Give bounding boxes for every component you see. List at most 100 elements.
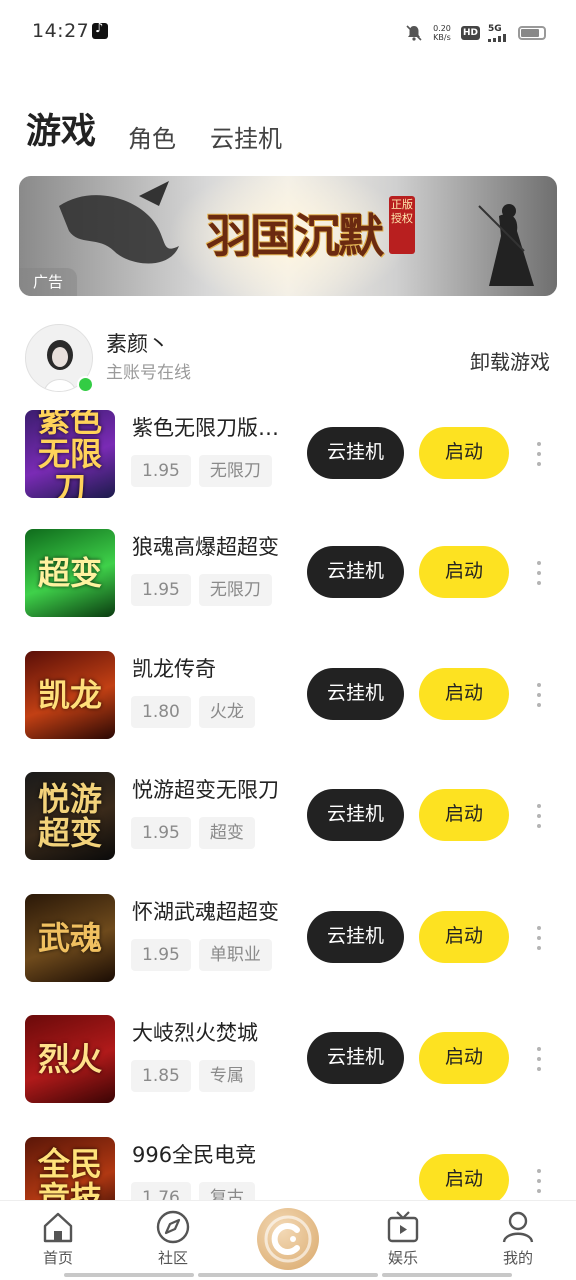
nav-me-label: 我的 — [502, 1249, 533, 1267]
more-options-icon[interactable] — [530, 681, 548, 709]
net-speed-unit: KB/s — [433, 33, 451, 42]
start-game-button[interactable]: 启动 — [419, 668, 509, 720]
nav-entertainment-label: 娱乐 — [387, 1249, 418, 1267]
tab-games[interactable]: 游戏 — [26, 108, 96, 156]
game-title[interactable]: 狼魂高爆超超变 — [132, 531, 292, 561]
uninstall-games-button[interactable]: 卸载游戏 — [470, 346, 550, 375]
game-icon-text: 烈火 — [37, 1040, 102, 1078]
category-tag: 单职业 — [198, 939, 272, 971]
game-list-item[interactable]: 悦游超变 悦游超变无限刀 1.95 超变 云挂机 启动 — [0, 772, 576, 884]
signal-icon: 5G — [488, 24, 510, 42]
game-icon-text: 武魂 — [37, 919, 102, 957]
more-options-icon[interactable] — [530, 802, 548, 830]
banner-title: 羽国沉默 — [206, 209, 384, 263]
version-tag: 1.95 — [131, 574, 191, 606]
online-status-dot — [77, 376, 94, 393]
mute-bell-icon — [406, 25, 422, 41]
nav-home[interactable]: 首页 — [18, 1209, 98, 1268]
game-tags: 1.95 单职业 — [131, 939, 272, 971]
start-game-button[interactable]: 启动 — [419, 911, 509, 963]
start-game-button[interactable]: 启动 — [419, 1032, 509, 1084]
start-game-button[interactable]: 启动 — [419, 1154, 509, 1206]
game-icon[interactable]: 悦游超变 — [25, 772, 115, 860]
game-icon-text: 超变 — [37, 554, 102, 592]
game-icon[interactable]: 超变 — [25, 529, 115, 617]
cloud-hosting-button[interactable]: 云挂机 — [307, 427, 404, 479]
game-tags: 1.85 专属 — [131, 1060, 255, 1092]
status-time: 14:27 — [32, 20, 90, 42]
more-options-icon[interactable] — [530, 440, 548, 468]
more-options-icon[interactable] — [530, 1045, 548, 1073]
game-title[interactable]: 紫色无限刀版… — [132, 412, 292, 442]
account-status: 主账号在线 — [106, 363, 191, 383]
version-tag: 1.85 — [131, 1060, 191, 1092]
center-logo-icon — [264, 1215, 312, 1263]
more-options-icon[interactable] — [530, 559, 548, 587]
battery-icon — [518, 26, 546, 40]
category-tag: 火龙 — [198, 696, 255, 728]
version-tag: 1.95 — [131, 939, 191, 971]
game-tags: 1.80 火龙 — [131, 696, 255, 728]
start-game-button[interactable]: 启动 — [419, 546, 509, 598]
game-list-item[interactable]: 烈火 大岐烈火焚城 1.85 专属 云挂机 启动 — [0, 1015, 576, 1127]
game-list-item[interactable]: 凯龙 凯龙传奇 1.80 火龙 云挂机 启动 — [0, 651, 576, 763]
start-game-button[interactable]: 启动 — [419, 427, 509, 479]
game-list-item[interactable]: 紫色无限刀 紫色无限刀版… 1.95 无限刀 云挂机 启动 — [0, 410, 576, 522]
status-bar: 14:27 0.20 KB/s HD 5G — [0, 0, 576, 64]
account-row: 素颜丶 主账号在线 卸载游戏 — [0, 320, 576, 400]
cloud-hosting-button[interactable]: 云挂机 — [307, 668, 404, 720]
signal-bars-icon — [488, 34, 506, 42]
home-icon — [43, 1212, 73, 1243]
game-icon-text: 悦游超变 — [37, 780, 102, 852]
game-list-item[interactable]: 武魂 怀湖武魂超超变 1.95 单职业 云挂机 启动 — [0, 894, 576, 1006]
home-indicator — [382, 1273, 512, 1277]
game-icon[interactable]: 紫色无限刀 — [25, 410, 115, 498]
compass-icon — [156, 1210, 190, 1244]
net-speed: 0.20 KB/s — [431, 24, 453, 42]
game-title[interactable]: 怀湖武魂超超变 — [132, 896, 292, 926]
game-icon[interactable]: 烈火 — [25, 1015, 115, 1103]
category-tag: 无限刀 — [198, 574, 272, 606]
game-title[interactable]: 凯龙传奇 — [132, 653, 292, 683]
game-tags: 1.95 无限刀 — [131, 574, 272, 606]
user-icon — [502, 1211, 534, 1243]
version-tag: 1.80 — [131, 696, 191, 728]
center-logo-button[interactable] — [257, 1208, 319, 1270]
game-icon-text: 紫色无限刀 — [37, 410, 102, 498]
banner-seal: 正版授权 — [389, 196, 415, 254]
tab-cloud-hosting[interactable]: 云挂机 — [210, 122, 282, 156]
game-title[interactable]: 悦游超变无限刀 — [132, 774, 292, 804]
cloud-hosting-button[interactable]: 云挂机 — [307, 1032, 404, 1084]
nav-community-label: 社区 — [157, 1249, 188, 1267]
home-indicator — [198, 1273, 378, 1277]
ad-label: 广告 — [19, 268, 77, 296]
game-icon[interactable]: 凯龙 — [25, 651, 115, 739]
game-icon-text: 凯龙 — [37, 676, 102, 714]
game-icon[interactable]: 武魂 — [25, 894, 115, 982]
home-indicator — [64, 1273, 194, 1277]
nav-community[interactable]: 社区 — [133, 1209, 213, 1268]
game-title[interactable]: 大岐烈火焚城 — [132, 1017, 292, 1047]
net-speed-value: 0.20 — [433, 24, 451, 33]
top-tabs: 游戏 角色 云挂机 — [26, 96, 316, 156]
version-tag: 1.95 — [131, 817, 191, 849]
more-options-icon[interactable] — [530, 1167, 548, 1195]
start-game-button[interactable]: 启动 — [419, 789, 509, 841]
category-tag: 专属 — [198, 1060, 255, 1092]
network-type: 5G — [488, 24, 502, 34]
tab-roles[interactable]: 角色 — [128, 122, 176, 156]
category-tag: 超变 — [198, 817, 255, 849]
status-indicators: 0.20 KB/s HD 5G — [405, 22, 546, 44]
game-list-item[interactable]: 超变 狼魂高爆超超变 1.95 无限刀 云挂机 启动 — [0, 529, 576, 641]
cloud-hosting-button[interactable]: 云挂机 — [307, 546, 404, 598]
nav-me[interactable]: 我的 — [478, 1209, 558, 1268]
tv-icon — [387, 1211, 419, 1243]
nav-home-label: 首页 — [42, 1249, 73, 1267]
version-tag: 1.95 — [131, 455, 191, 487]
more-options-icon[interactable] — [530, 924, 548, 952]
ad-banner[interactable]: 羽国沉默 正版授权 广告 — [19, 176, 557, 296]
cloud-hosting-button[interactable]: 云挂机 — [307, 911, 404, 963]
cloud-hosting-button[interactable]: 云挂机 — [307, 789, 404, 841]
nav-entertainment[interactable]: 娱乐 — [363, 1209, 443, 1268]
game-title[interactable]: 996全民电竞 — [132, 1139, 292, 1169]
